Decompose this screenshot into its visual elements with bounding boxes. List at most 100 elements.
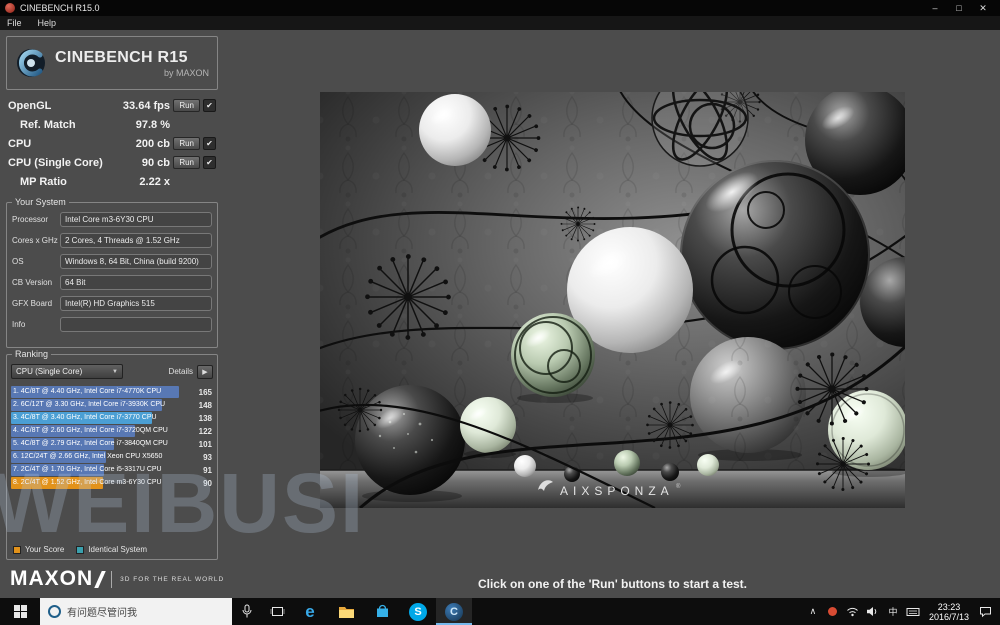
ranking-row[interactable]: 1. 4C/8T @ 4.40 GHz, Intel Core i7-4770K…	[11, 386, 213, 398]
benchmark-value: 2.22 x	[139, 175, 170, 188]
sphere-dark-glass	[680, 160, 870, 350]
taskbar-search[interactable]: 有问题尽管问我	[40, 598, 232, 625]
instruction-text: Click on one of the 'Run' buttons to sta…	[477, 577, 748, 591]
benchmark-label: Ref. Match	[20, 118, 76, 131]
minimize-button[interactable]: –	[923, 0, 947, 16]
menu-help[interactable]: Help	[38, 18, 57, 28]
ranking-row[interactable]: 2. 6C/12T @ 3.30 GHz, Intel Core i7-3930…	[11, 399, 213, 411]
ime-language-indicator[interactable]: 中	[883, 598, 903, 625]
ranking-filter-dropdown[interactable]: CPU (Single Core) ▼	[11, 364, 123, 379]
check-icon[interactable]: ✔	[203, 156, 216, 169]
identical-system-label: Identical System	[88, 545, 147, 554]
benchmark-label: CPU	[8, 137, 32, 150]
ranking-row[interactable]: 6. 12C/24T @ 2.66 GHz, Intel Xeon CPU X5…	[11, 451, 213, 463]
os-field[interactable]: Windows 8, 64 Bit, China (build 9200)	[60, 254, 212, 269]
processor-field[interactable]: Intel Core m3-6Y30 CPU	[60, 212, 212, 227]
sphere-green-wire	[511, 313, 595, 397]
sphere-damask	[690, 337, 806, 453]
tray-alert-icon[interactable]	[823, 598, 843, 625]
cores-field[interactable]: 2 Cores, 4 Threads @ 1.52 GHz	[60, 233, 212, 248]
volume-button[interactable]	[863, 598, 883, 625]
taskbar-store[interactable]	[364, 598, 400, 625]
logo-title: CINEBENCH R15	[55, 48, 188, 66]
ranking-row[interactable]: 3. 4C/8T @ 3.40 GHz, Intel Core i7-3770 …	[11, 412, 213, 424]
benchmark-panel: OpenGL 33.64 fps Run ✔ Ref. Match 97.8 %…	[6, 96, 218, 191]
benchmark-label: OpenGL	[8, 99, 52, 112]
ranking-row[interactable]: 4. 4C/8T @ 2.60 GHz, Intel Core i7-3720Q…	[11, 425, 213, 437]
your-score-swatch	[13, 545, 21, 554]
run-opengl-button[interactable]: Run	[173, 99, 200, 112]
close-button[interactable]: ✕	[971, 0, 995, 16]
render-preview-image: AIXSPONZA ®	[320, 92, 905, 508]
check-icon[interactable]: ✔	[203, 137, 216, 150]
ranking-row[interactable]: 7. 2C/4T @ 1.70 GHz, Intel Core i5-3317U…	[11, 464, 213, 476]
cinebench-logo-box: CINEBENCH R15 by MAXON	[6, 36, 218, 90]
ranking-legend: Your Score Identical System	[13, 545, 155, 554]
titlebar[interactable]: CINEBENCH R15.0 – □ ✕	[0, 0, 1000, 16]
ranking-row[interactable]: 5. 4C/8T @ 2.79 GHz, Intel Core i7-3840Q…	[11, 438, 213, 450]
menu-file[interactable]: File	[7, 18, 22, 28]
check-icon[interactable]: ✔	[203, 99, 216, 112]
tray-expand-button[interactable]: ∧	[803, 598, 823, 625]
network-icon	[847, 607, 859, 617]
maxon-wordmark: MAXON	[10, 567, 94, 590]
menubar: File Help	[0, 16, 1000, 30]
start-button[interactable]	[0, 598, 40, 625]
taskbar-edge[interactable]: e	[292, 598, 328, 625]
microphone-button[interactable]	[232, 598, 262, 625]
notification-icon	[979, 606, 991, 617]
render-credit-text: AIXSPONZA	[560, 484, 674, 498]
taskbar-clock[interactable]: 23:23 2016/7/13	[923, 602, 975, 622]
info-field[interactable]	[60, 317, 212, 332]
gfx-board-field[interactable]: Intel(R) HD Graphics 515	[60, 296, 212, 311]
system-label: GFX Board	[12, 299, 53, 308]
benchmark-label: CPU (Single Core)	[8, 156, 103, 169]
ranking-row-score: 91	[203, 466, 212, 475]
windows-logo-icon	[13, 605, 27, 618]
run-cpu-single-button[interactable]: Run	[173, 156, 200, 169]
benchmark-row-mpratio: MP Ratio 2.22 x	[6, 172, 218, 191]
benchmark-value: 200 cb	[135, 137, 170, 150]
maximize-button[interactable]: □	[947, 0, 971, 16]
ranking-row-your-score[interactable]: 8. 2C/4T @ 1.52 GHz, Intel Core m3-6Y30 …	[11, 477, 213, 489]
search-placeholder-text: 有问题尽管问我	[67, 608, 137, 619]
details-button[interactable]: ▶	[197, 364, 213, 379]
cinebench-window: CINEBENCH R15.0 – □ ✕ File Help CINEBENC…	[0, 0, 1000, 625]
ranking-filter-value: CPU (Single Core)	[16, 367, 83, 376]
sphere-light-bottomright	[828, 390, 905, 470]
benchmark-value: 90 cb	[141, 156, 170, 169]
keyboard-icon	[906, 607, 920, 616]
ranking-row-score: 90	[203, 479, 212, 488]
ranking-title: Ranking	[12, 349, 52, 359]
skype-icon: S	[409, 602, 427, 621]
ranking-row-score: 165	[198, 388, 212, 397]
ranking-row-label: 8. 2C/4T @ 1.52 GHz, Intel Core m3-6Y30 …	[13, 479, 162, 486]
ranking-row-score: 122	[198, 427, 212, 436]
system-label: CB Version	[12, 278, 53, 287]
chevron-down-icon: ▼	[112, 368, 118, 375]
render-preview: AIXSPONZA ®	[320, 92, 905, 508]
benchmark-row-refmatch: Ref. Match 97.8 %	[6, 115, 218, 134]
clock-date: 2016/7/13	[928, 611, 969, 622]
ranking-row-score: 148	[198, 401, 212, 410]
cb-version-field[interactable]: 64 Bit	[60, 275, 212, 290]
taskbar-skype[interactable]: S	[400, 598, 436, 625]
network-button[interactable]	[843, 598, 863, 625]
identical-system-swatch	[76, 545, 85, 554]
keyboard-button[interactable]	[903, 598, 923, 625]
ranking-row-score: 101	[198, 440, 212, 449]
ranking-row-label: 2. 6C/12T @ 3.30 GHz, Intel Core i7-3930…	[13, 401, 166, 408]
benchmark-row-cpu-single: CPU (Single Core) 90 cb Run ✔	[6, 153, 218, 172]
app-content: CINEBENCH R15 by MAXON OpenGL 33.64 fps …	[0, 30, 1000, 598]
benchmark-row-cpu: CPU 200 cb Run ✔	[6, 134, 218, 153]
maxon-tagline: 3D FOR THE REAL WORLD	[111, 570, 224, 588]
ranking-panel: Ranking CPU (Single Core) ▼ Details ▶ 1.…	[6, 349, 218, 560]
notification-center-button[interactable]	[975, 598, 995, 625]
cinebench-logo-icon	[17, 49, 45, 77]
taskbar-cinebench-active[interactable]: C	[436, 598, 472, 625]
task-view-button[interactable]	[262, 598, 292, 625]
your-system-panel: Your System Processor Intel Core m3-6Y30 …	[6, 197, 218, 348]
run-cpu-button[interactable]: Run	[173, 137, 200, 150]
taskbar-file-explorer[interactable]	[328, 598, 364, 625]
clock-time: 23:23	[937, 601, 961, 612]
